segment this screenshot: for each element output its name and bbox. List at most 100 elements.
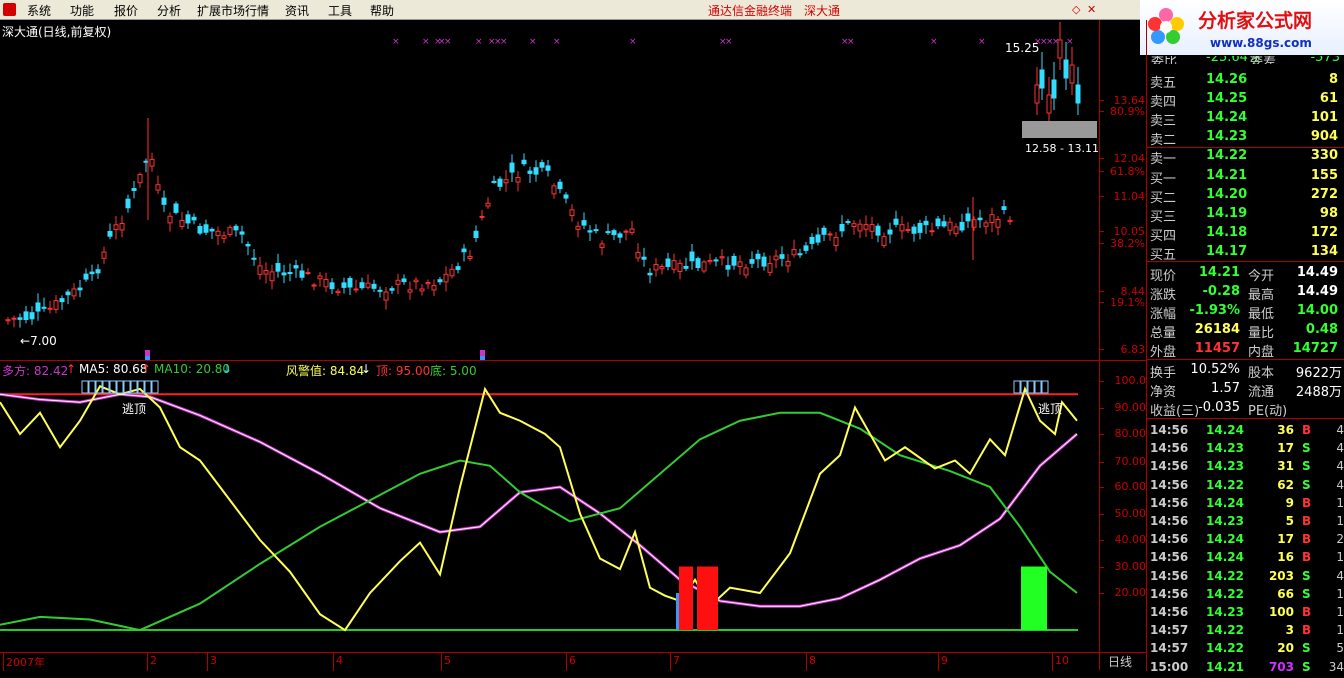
candle	[1051, 62, 1057, 110]
candle	[1075, 67, 1081, 115]
candle	[263, 262, 269, 284]
menu-extended-market[interactable]: 扩展市场行情	[197, 2, 269, 19]
stat2-value: 1.57	[1211, 381, 1240, 396]
ask-label: 卖一	[1150, 152, 1177, 167]
date-tick	[1052, 653, 1053, 671]
indicator-axis-label: 80.00	[1114, 427, 1147, 440]
restore-icon[interactable]: ◇	[1072, 3, 1080, 16]
tick-price: 14.23	[1206, 605, 1244, 619]
date-label: 5	[444, 654, 451, 667]
date-label: 7	[673, 654, 680, 667]
tick-time: 14:56	[1150, 495, 1189, 510]
candle	[545, 159, 551, 177]
tick-side: S	[1302, 659, 1311, 674]
date-label: 10	[1055, 654, 1069, 667]
candle	[647, 268, 653, 284]
menu-news[interactable]: 资讯	[285, 2, 309, 19]
stat-value: -1.93%	[1189, 303, 1241, 318]
price-chart[interactable]: × × ××× × ××× × × × ×× ×× × × ×××× ×	[0, 20, 1146, 360]
candle	[185, 210, 191, 229]
tick-row: 14:56 14.23 17 S 4	[1146, 441, 1344, 459]
escape-top-marker	[1034, 380, 1042, 394]
ask-price: 14.23	[1206, 129, 1248, 144]
menu-system[interactable]: 系统	[27, 2, 51, 19]
candle	[287, 263, 293, 282]
escape-top-marker	[144, 380, 152, 394]
ask-volume: 61	[1319, 91, 1338, 106]
candle	[875, 223, 881, 243]
candle	[917, 219, 923, 240]
tab-daily[interactable]: 日线	[1108, 653, 1132, 670]
event-marker	[145, 350, 150, 356]
signal-marker: ×	[978, 37, 986, 47]
candle	[53, 295, 59, 314]
bid-volume: 98	[1319, 206, 1338, 221]
menu-bar: 系统 功能 报价 分析 扩展市场行情 资讯 工具 帮助 通达信金融终端 深大通 …	[0, 0, 1140, 20]
ask-row: 卖三 14.24 101	[1146, 110, 1344, 129]
price-axis-label: 61.8%	[1110, 165, 1145, 178]
candle	[221, 231, 227, 244]
bid-label: 买四	[1150, 229, 1177, 244]
app-logo-icon[interactable]	[3, 3, 16, 16]
candle	[209, 227, 215, 239]
tick-row: 14:57 14.22 3 B 1	[1146, 623, 1344, 641]
terminal-name: 通达信金融终端	[708, 4, 793, 18]
candle	[269, 264, 275, 290]
candle	[683, 257, 689, 272]
candle	[587, 225, 593, 241]
candle	[59, 295, 65, 310]
candle	[245, 241, 251, 256]
tick-price: 14.24	[1206, 423, 1244, 437]
tick-time: 14:56	[1150, 586, 1189, 601]
candle	[83, 268, 89, 282]
tick-time: 14:56	[1150, 550, 1189, 565]
signal-marker: ×	[529, 37, 537, 47]
candle	[791, 239, 797, 258]
ask-row: 卖一 14.22 330	[1146, 148, 1344, 167]
menu-tools[interactable]: 工具	[328, 2, 352, 19]
quote-panel: 委比 -25.64% 委差 -573 卖五 14.26 8 卖四 14.25 61 卖三 14…	[1146, 20, 1344, 674]
candle	[755, 249, 761, 269]
tick-row: 14:56 14.22 66 S 1	[1146, 587, 1344, 605]
menu-quote[interactable]: 报价	[114, 2, 138, 19]
menu-function[interactable]: 功能	[70, 2, 94, 19]
candle	[617, 231, 623, 244]
menu-help[interactable]: 帮助	[370, 2, 394, 19]
candle	[1063, 42, 1069, 90]
price-axis-tick	[1099, 100, 1104, 101]
stat2-row: 换手 10.52% 股本 9622万	[1146, 362, 1344, 381]
candle	[275, 253, 281, 278]
candle	[113, 215, 119, 240]
candle	[863, 215, 869, 237]
stat-label: 最低	[1248, 307, 1275, 322]
bid-price: 14.18	[1206, 225, 1248, 240]
indicator-axis-label: 20.00	[1114, 586, 1147, 599]
tick-side: S	[1302, 477, 1311, 492]
indicator-chart[interactable]	[0, 360, 1146, 652]
candle	[821, 225, 827, 242]
close-icon[interactable]: ✕	[1087, 3, 1096, 16]
menu-analysis[interactable]: 分析	[157, 2, 181, 19]
stat2-value: -0.035	[1198, 400, 1240, 415]
stat-value: 14.49	[1296, 284, 1338, 299]
bid-price: 14.19	[1206, 206, 1248, 221]
tick-count: 4	[1336, 423, 1344, 437]
candle	[5, 316, 11, 325]
candle	[419, 284, 425, 296]
stat2-label: 股本	[1248, 366, 1275, 381]
candle	[1007, 216, 1013, 225]
tick-price: 14.23	[1206, 459, 1244, 474]
tick-time: 14:56	[1150, 423, 1189, 437]
candle	[437, 277, 443, 285]
candle	[77, 280, 83, 298]
date-label: 3	[210, 654, 217, 667]
indicator-axis-label: 100.0	[1114, 374, 1147, 387]
candle	[29, 306, 35, 325]
stat-row: 涨跌 -0.28 最高 14.49	[1146, 284, 1344, 303]
candle	[239, 225, 245, 244]
candle	[773, 249, 779, 269]
ask-row: 卖二 14.23 904	[1146, 129, 1344, 148]
ma5-label: MA5: 80.68	[79, 362, 148, 376]
price-axis-tick	[1099, 231, 1104, 232]
candle	[41, 297, 47, 312]
